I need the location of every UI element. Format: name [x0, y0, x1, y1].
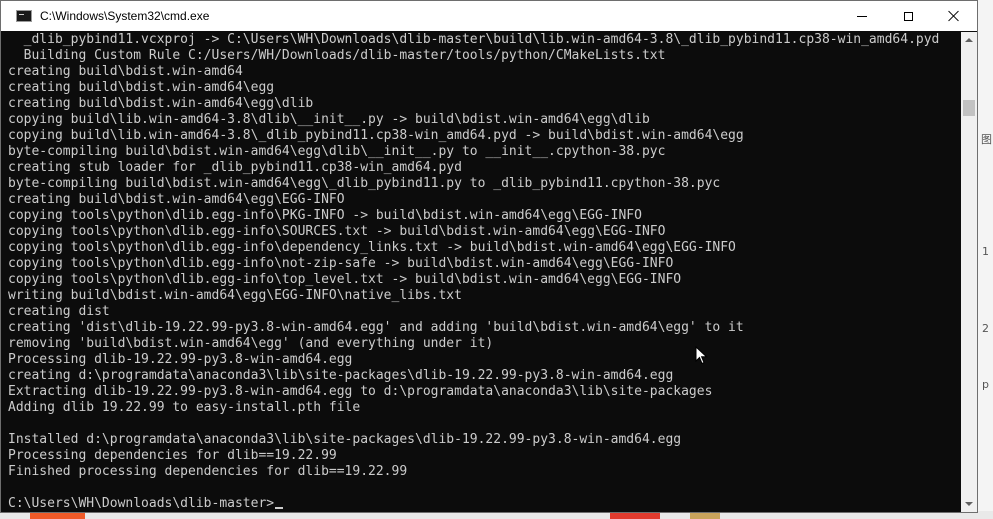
console-line: creating d:\programdata\anaconda3\lib\si…	[8, 368, 674, 383]
console-icon[interactable]	[16, 10, 32, 22]
background-char: p	[982, 378, 989, 391]
console-line: byte-compiling build\bdist.win-amd64\egg…	[8, 144, 666, 159]
close-button[interactable]	[931, 1, 977, 31]
console-line: Installed d:\programdata\anaconda3\lib\s…	[8, 432, 682, 447]
background-window-edge: 图 1 2 p	[978, 0, 993, 519]
console-line: creating stub loader for _dlib_pybind11.…	[8, 160, 462, 175]
title-bar[interactable]: C:\Windows\System32\cmd.exe	[1, 1, 977, 31]
console-line: copying tools\python\dlib.egg-info\top_l…	[8, 272, 682, 287]
text-cursor	[275, 507, 284, 509]
close-icon	[948, 10, 960, 22]
console-line: copying build\lib.win-amd64-3.8\dlib\__i…	[8, 112, 650, 127]
console-line: creating build\bdist.win-amd64	[8, 64, 243, 79]
console-line: creating build\bdist.win-amd64\egg	[8, 80, 275, 95]
window-title: C:\Windows\System32\cmd.exe	[40, 9, 210, 23]
maximize-icon	[903, 11, 913, 21]
scroll-up-button[interactable]	[961, 32, 977, 48]
console-line: creating 'dist\dlib-19.22.99-py3.8-win-a…	[8, 320, 744, 335]
minimize-icon	[857, 15, 867, 17]
desktop: 图 1 2 p C:\Windows\System32\cmd.exe _dli…	[0, 0, 993, 519]
maximize-button[interactable]	[885, 1, 931, 31]
console-line: Processing dependencies for dlib==19.22.…	[8, 448, 337, 463]
scroll-thumb[interactable]	[963, 100, 975, 116]
scroll-down-button[interactable]	[961, 496, 977, 512]
command-prompt: C:\Users\WH\Downloads\dlib-master>	[8, 496, 275, 511]
console-line: copying tools\python\dlib.egg-info\depen…	[8, 240, 736, 255]
background-char: 图	[981, 133, 992, 146]
console-line: Extracting dlib-19.22.99-py3.8-win-amd64…	[8, 384, 713, 399]
minimize-button[interactable]	[839, 1, 885, 31]
console-line: copying tools\python\dlib.egg-info\SOURC…	[8, 224, 666, 239]
console-line: Adding dlib 19.22.99 to easy-install.pth…	[8, 400, 361, 415]
console-line: byte-compiling build\bdist.win-amd64\egg…	[8, 176, 721, 191]
console-line: removing 'build\bdist.win-amd64\egg' (an…	[8, 336, 494, 351]
console-line: creating build\bdist.win-amd64\egg\EGG-I…	[8, 192, 345, 207]
console-line: Processing dlib-19.22.99-py3.8-win-amd64…	[8, 352, 353, 367]
console-line: writing build\bdist.win-amd64\egg\EGG-IN…	[8, 288, 462, 303]
console-line: creating dist	[8, 304, 110, 319]
console-line: copying tools\python\dlib.egg-info\PKG-I…	[8, 208, 642, 223]
command-prompt-line[interactable]: C:\Users\WH\Downloads\dlib-master>	[8, 496, 964, 512]
console-output[interactable]: _dlib_pybind11.vcxproj -> C:\Users\WH\Do…	[8, 32, 964, 514]
chevron-up-icon	[965, 38, 973, 42]
console-line: creating build\bdist.win-amd64\egg\dlib	[8, 96, 314, 111]
chevron-down-icon	[965, 502, 973, 506]
console-line: copying tools\python\dlib.egg-info\not-z…	[8, 256, 674, 271]
window-controls	[839, 1, 977, 31]
console-line: _dlib_pybind11.vcxproj -> C:\Users\WH\Do…	[8, 32, 940, 47]
background-char: 1	[982, 245, 989, 258]
console-line: Finished processing dependencies for dli…	[8, 464, 408, 479]
background-char: 2	[982, 322, 989, 335]
vertical-scrollbar[interactable]	[961, 32, 977, 512]
cmd-window: C:\Windows\System32\cmd.exe _dlib_pybind…	[0, 0, 978, 513]
console-line: Building Custom Rule C:/Users/WH/Downloa…	[8, 48, 666, 63]
console-line: copying build\lib.win-amd64-3.8\_dlib_py…	[8, 128, 744, 143]
mouse-pointer-icon	[695, 346, 708, 365]
